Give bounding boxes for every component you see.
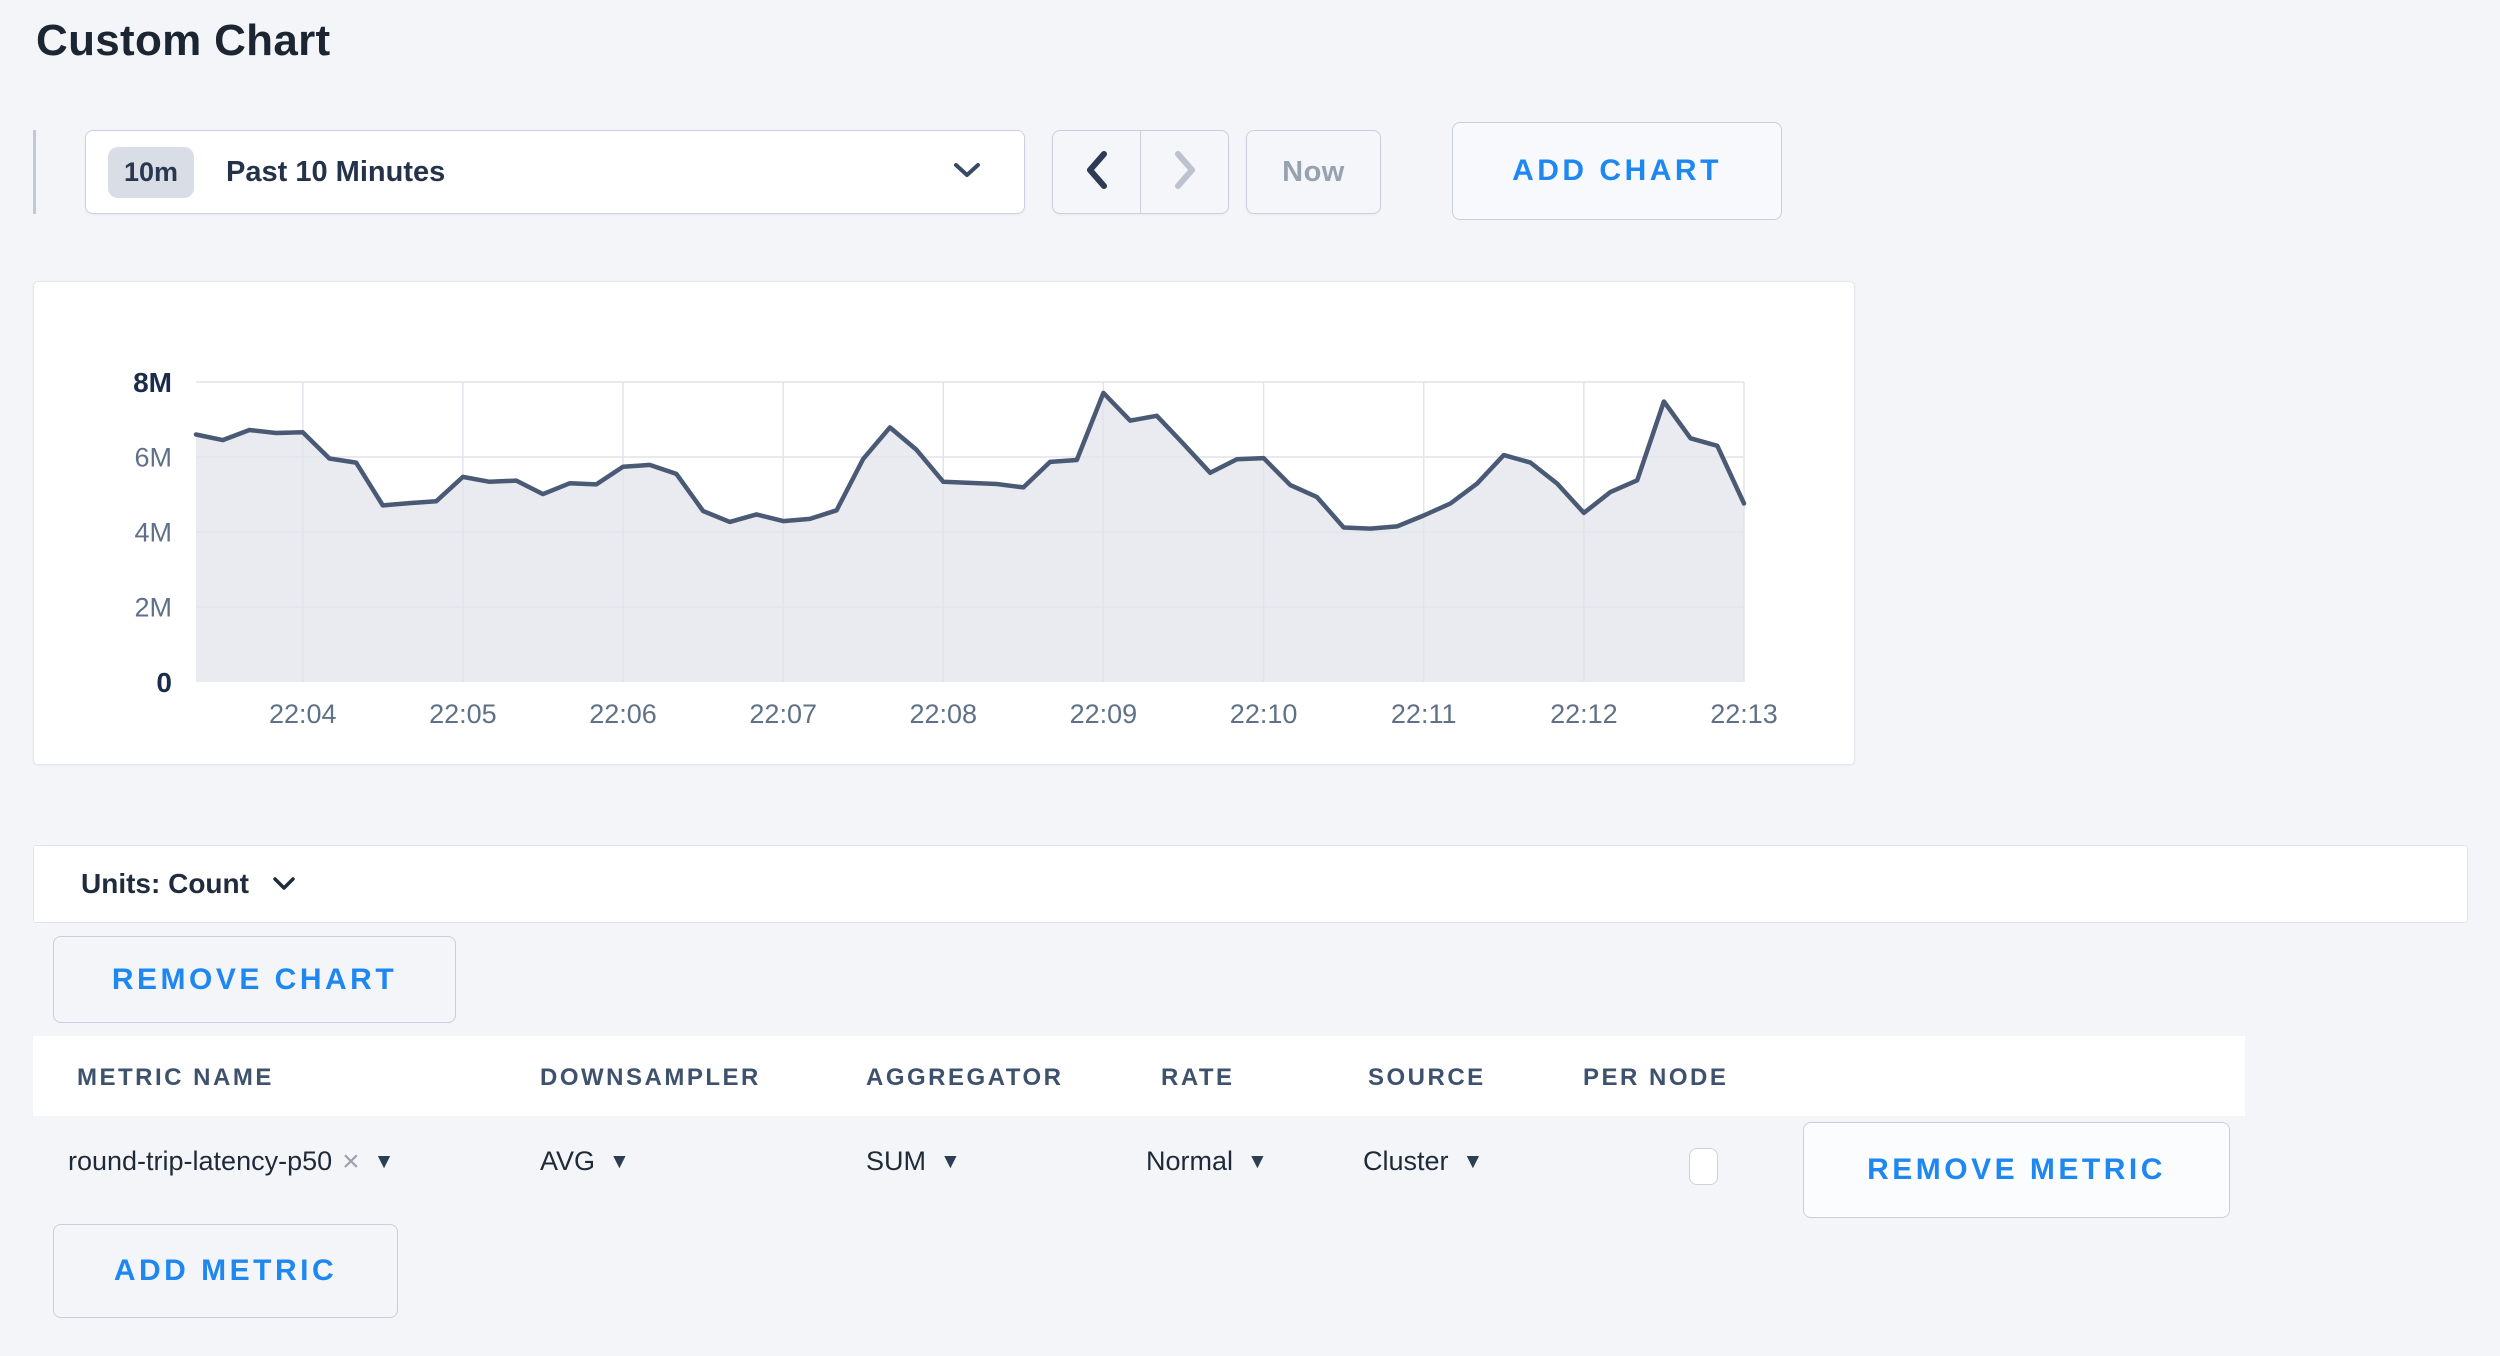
col-header-aggregator: AGGREGATOR [866,1064,1063,1092]
svg-text:4M: 4M [134,517,172,547]
chevron-down-icon [950,159,984,186]
svg-text:22:13: 22:13 [1710,699,1778,729]
svg-text:22:08: 22:08 [910,699,978,729]
aggregator-value: SUM [866,1146,926,1177]
caret-down-icon: ▼ [1463,1151,1484,1172]
svg-text:22:06: 22:06 [589,699,657,729]
time-next-button[interactable] [1140,131,1228,213]
rate-value: Normal [1146,1146,1233,1177]
chart-card: 0 2M 4M 6M 8M 22:04 22:05 22:06 22:07 22:08 22:09 2… [33,281,1855,765]
now-button[interactable]: Now [1246,130,1381,214]
units-label: Units: Count [81,868,249,900]
metric-name-value: round-trip-latency-p50 [68,1146,332,1177]
remove-metric-button[interactable]: REMOVE METRIC [1803,1122,2230,1218]
svg-text:6M: 6M [134,442,172,472]
caret-down-icon: ▼ [609,1151,630,1172]
metric-name-select[interactable]: round-trip-latency-p50 × ▼ [68,1146,394,1177]
time-range-label: Past 10 Minutes [226,156,445,189]
col-header-per-node: PER NODE [1583,1064,1728,1092]
caret-down-icon: ▼ [940,1151,961,1172]
caret-down-icon: ▼ [1247,1151,1268,1172]
svg-text:2M: 2M [134,592,172,622]
remove-chart-button[interactable]: REMOVE CHART [53,936,456,1023]
time-range-badge: 10m [108,147,194,198]
svg-text:22:12: 22:12 [1550,699,1618,729]
page-title: Custom Chart [36,16,331,66]
toolbar-accent-rule [33,130,36,214]
add-chart-button[interactable]: ADD CHART [1452,122,1782,220]
chevron-left-icon [1082,149,1112,196]
svg-text:22:04: 22:04 [269,699,337,729]
chevron-down-icon [271,868,297,900]
add-metric-button[interactable]: ADD METRIC [53,1224,398,1318]
caret-down-icon: ▼ [374,1151,395,1172]
col-header-source: SOURCE [1368,1064,1486,1092]
col-header-rate: RATE [1161,1064,1235,1092]
time-pager [1052,130,1229,214]
metrics-table-header: METRIC NAME DOWNSAMPLER AGGREGATOR RATE … [33,1036,2245,1116]
latency-chart[interactable]: 0 2M 4M 6M 8M 22:04 22:05 22:06 22:07 22:08 22:09 2… [34,282,1856,766]
svg-text:8M: 8M [133,367,172,398]
downsampler-select[interactable]: AVG ▼ [540,1146,630,1177]
downsampler-value: AVG [540,1146,595,1177]
source-select[interactable]: Cluster ▼ [1363,1146,1483,1177]
chevron-right-icon [1170,149,1200,196]
col-header-downsampler: DOWNSAMPLER [540,1064,761,1092]
source-value: Cluster [1363,1146,1449,1177]
svg-text:22:05: 22:05 [429,699,497,729]
units-bar: Units: Count [33,845,2468,923]
svg-text:22:10: 22:10 [1230,699,1298,729]
rate-select[interactable]: Normal ▼ [1146,1146,1268,1177]
time-prev-button[interactable] [1053,131,1140,213]
aggregator-select[interactable]: SUM ▼ [866,1146,961,1177]
custom-chart-page: Custom Chart 10m Past 10 Minutes Now ADD… [0,0,2500,1356]
svg-text:22:07: 22:07 [749,699,817,729]
clear-metric-icon[interactable]: × [342,1147,360,1177]
svg-text:22:11: 22:11 [1391,699,1457,729]
svg-text:0: 0 [156,667,172,698]
col-header-metric-name: METRIC NAME [77,1064,274,1092]
per-node-checkbox[interactable] [1689,1148,1718,1185]
time-range-dropdown[interactable]: 10m Past 10 Minutes [85,130,1025,214]
units-dropdown[interactable]: Units: Count [81,868,297,900]
svg-text:22:09: 22:09 [1070,699,1138,729]
